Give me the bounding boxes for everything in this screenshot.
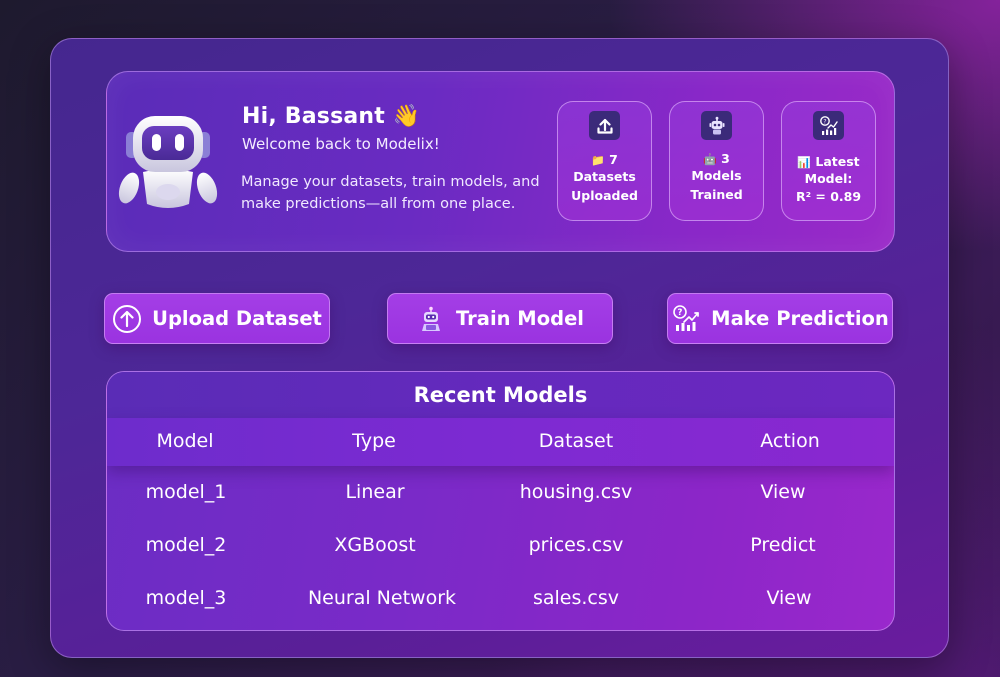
stat-value: 3 xyxy=(721,151,730,166)
stat-label: Models xyxy=(691,168,742,183)
greeting-title: Hi, Bassant 👋 xyxy=(242,104,421,129)
predict-action-link[interactable]: Predict xyxy=(750,534,815,556)
svg-text:?: ? xyxy=(678,308,683,318)
column-header-type: Type xyxy=(352,430,396,452)
robot-icon xyxy=(701,111,732,140)
bar-chart-icon: 📊 xyxy=(797,156,812,169)
model-type-cell: XGBoost xyxy=(334,534,416,556)
model-type-cell: Neural Network xyxy=(307,587,457,609)
table-header: Model Type Dataset Action xyxy=(107,418,894,466)
dataset-cell: prices.csv xyxy=(528,534,624,556)
prediction-chart-icon: ? xyxy=(671,304,701,334)
welcome-subtitle: Welcome back to Modelix! xyxy=(242,135,440,153)
svg-text:?: ? xyxy=(823,118,826,125)
stat-value: 7 xyxy=(609,152,618,167)
folder-icon: 📁 xyxy=(591,154,605,167)
stat-label: Model: xyxy=(804,171,853,186)
stat-value: R² = 0.89 xyxy=(795,189,862,204)
make-prediction-label: Make Prediction xyxy=(711,307,889,330)
stat-label: Datasets xyxy=(573,169,636,184)
table-title: Recent Models xyxy=(107,372,894,418)
upload-dataset-label: Upload Dataset xyxy=(152,307,322,330)
robot-training-icon xyxy=(416,304,446,334)
column-header-model: Model xyxy=(156,430,214,452)
upload-circle-icon xyxy=(112,304,142,334)
model-name-cell: model_3 xyxy=(145,587,227,609)
model-name-cell: model_1 xyxy=(145,481,227,503)
stat-card-datasets: 📁 7 Datasets Uploaded xyxy=(557,101,652,221)
stat-label: Latest xyxy=(815,154,860,169)
robot-mascot-icon xyxy=(118,116,218,208)
stat-label: Uploaded xyxy=(571,188,638,203)
table-row: model_3 Neural Network sales.csv View xyxy=(107,574,894,627)
dataset-cell: housing.csv xyxy=(519,481,633,503)
dataset-cell: sales.csv xyxy=(532,587,620,609)
table-row: model_2 XGBoost prices.csv Predict xyxy=(107,521,894,574)
view-action-link[interactable]: View xyxy=(760,481,805,503)
welcome-card xyxy=(106,71,895,252)
view-action-link[interactable]: View xyxy=(766,587,811,609)
recent-models-table: Recent Models Model Type Dataset Action … xyxy=(106,371,895,631)
welcome-description: Manage your datasets, train models, and … xyxy=(241,174,540,212)
robot-emoji-icon: 🤖 xyxy=(703,153,717,166)
stat-card-latest-model: ? 📊 Latest Model: R² = 0.89 xyxy=(781,101,876,221)
table-row: model_1 Linear housing.csv View xyxy=(107,468,894,521)
upload-dataset-button[interactable]: Upload Dataset xyxy=(104,293,330,344)
stat-label: Trained xyxy=(690,187,743,202)
upload-icon xyxy=(589,111,620,140)
make-prediction-button[interactable]: ? Make Prediction xyxy=(667,293,893,344)
train-model-button[interactable]: Train Model xyxy=(387,293,613,344)
prediction-chart-icon: ? xyxy=(813,111,844,140)
model-name-cell: model_2 xyxy=(145,534,227,556)
column-header-dataset: Dataset xyxy=(538,430,614,452)
column-header-action: Action xyxy=(760,430,820,452)
model-type-cell: Linear xyxy=(345,481,405,503)
train-model-label: Train Model xyxy=(456,307,584,330)
stat-card-models: 🤖 3 Models Trained xyxy=(669,101,764,221)
